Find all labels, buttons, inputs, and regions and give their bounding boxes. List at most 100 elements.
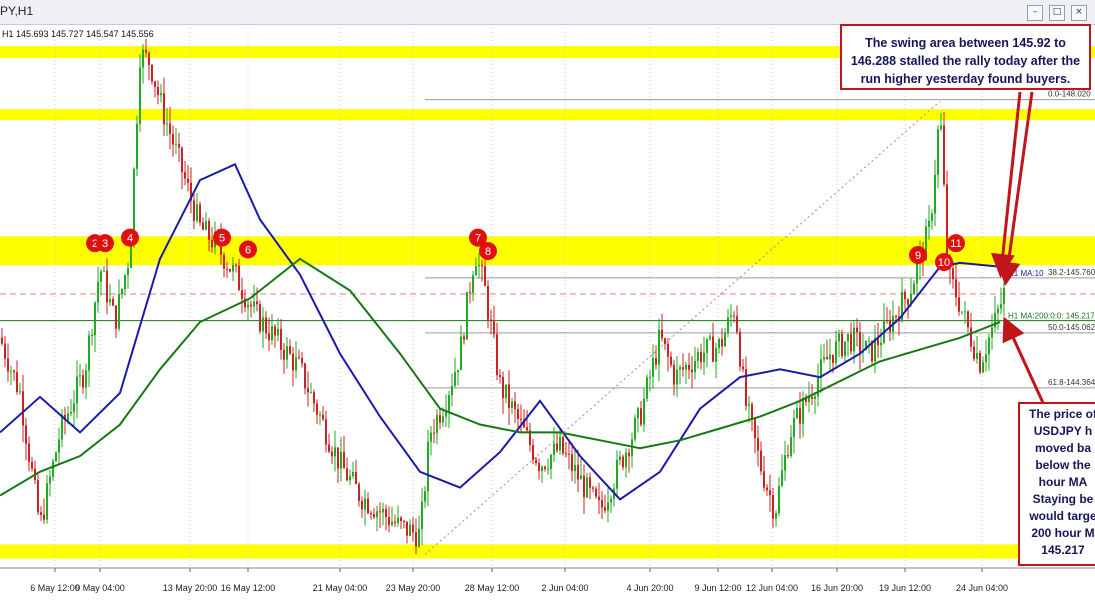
candle-body	[43, 514, 45, 520]
candle-body	[223, 254, 225, 269]
candle-body	[151, 64, 153, 82]
candle-body	[742, 366, 744, 370]
candle-body	[292, 353, 294, 371]
candle-body	[400, 517, 402, 522]
candle-body	[469, 291, 471, 293]
candle-body	[364, 498, 366, 510]
fib-level-label: 61.8-144.364	[1048, 378, 1095, 387]
candle-body	[484, 266, 486, 286]
candle-body	[841, 333, 843, 356]
candle-body	[430, 432, 432, 442]
candle-body	[343, 451, 345, 469]
x-tick-label: 9 Jun 12:00	[694, 583, 741, 593]
candle-body	[70, 411, 72, 414]
candle-body	[232, 264, 234, 272]
candle-body	[568, 453, 570, 455]
swing-marker-label: 7	[475, 233, 481, 245]
candle-body	[55, 452, 57, 462]
candle-body	[259, 304, 261, 332]
x-tick-label: 6 May 12:00	[30, 583, 80, 593]
fib-level-label: 0.0-148.020	[1048, 90, 1091, 99]
candle-body	[124, 275, 126, 290]
candle-body	[304, 363, 306, 389]
candle-body	[511, 401, 513, 408]
candle-body	[628, 452, 630, 457]
candle-body	[772, 495, 774, 519]
candle-body	[766, 487, 768, 491]
candle-body	[73, 403, 75, 412]
candle-body	[196, 204, 198, 221]
candle-body	[415, 532, 417, 547]
candle-body	[307, 388, 309, 393]
candle-body	[247, 304, 249, 308]
candle-body	[574, 464, 576, 472]
candle-body	[526, 427, 528, 431]
candle-body	[985, 354, 987, 363]
candle-body	[967, 311, 969, 328]
candle-body	[796, 408, 798, 418]
candle-body	[688, 364, 690, 370]
candle-body	[784, 455, 786, 471]
candle-body	[649, 376, 651, 378]
candle-body	[466, 291, 468, 340]
swing-marker-label: 6	[245, 244, 251, 256]
candle-body	[391, 521, 393, 526]
candle-body	[157, 86, 159, 96]
candle-body	[637, 408, 639, 419]
candle-body	[544, 466, 546, 469]
candle-body	[499, 375, 501, 377]
candle-body	[982, 362, 984, 373]
candle-body	[583, 475, 585, 498]
candle-body	[952, 268, 954, 280]
callout-line: 145.217	[1041, 543, 1085, 557]
candle-body	[145, 49, 147, 53]
candle-body	[661, 329, 663, 339]
candle-body	[163, 93, 165, 125]
candle-body	[388, 516, 390, 526]
candle-body	[646, 377, 648, 399]
candle-body	[46, 483, 48, 520]
candle-body	[142, 49, 144, 68]
swing-marker-label: 9	[915, 250, 921, 262]
candle-body	[844, 341, 846, 356]
x-tick-label: 16 Jun 20:00	[811, 583, 863, 593]
candle-body	[250, 304, 252, 307]
candle-body	[127, 267, 129, 276]
candle-body	[361, 500, 363, 510]
candle-body	[166, 123, 168, 125]
candle-body	[265, 317, 267, 334]
candle-body	[799, 408, 801, 424]
candle-body	[640, 408, 642, 425]
candle-body	[823, 356, 825, 360]
candle-body	[619, 456, 621, 460]
candle-body	[295, 357, 297, 371]
candle-body	[673, 364, 675, 385]
candle-body	[913, 283, 915, 295]
candle-body	[679, 367, 681, 370]
candle-body	[895, 315, 897, 317]
x-tick-label: 21 May 04:00	[313, 583, 368, 593]
candle-body	[685, 364, 687, 370]
candle-body	[337, 447, 339, 469]
candle-body	[136, 123, 138, 169]
candle-body	[754, 418, 756, 439]
candle-body	[709, 336, 711, 339]
candle-body	[418, 528, 420, 547]
candle-body	[394, 521, 396, 524]
candle-body	[76, 376, 78, 404]
candle-body	[859, 332, 861, 353]
candle-body	[208, 221, 210, 240]
candle-body	[94, 302, 96, 336]
candle-body	[385, 508, 387, 517]
candle-body	[706, 338, 708, 353]
candle-body	[49, 476, 51, 484]
candle-body	[595, 488, 597, 497]
x-tick-label: 16 May 12:00	[221, 583, 276, 593]
candle-body	[268, 333, 270, 341]
candle-body	[1000, 303, 1002, 309]
candle-body	[817, 377, 819, 397]
candle-body	[751, 404, 753, 419]
price-chart[interactable]: 0.0-148.020 38.2-145.760 50.0-145.062 61.8-…	[0, 0, 1095, 600]
candle-body	[181, 147, 183, 173]
candle-body	[556, 443, 558, 451]
